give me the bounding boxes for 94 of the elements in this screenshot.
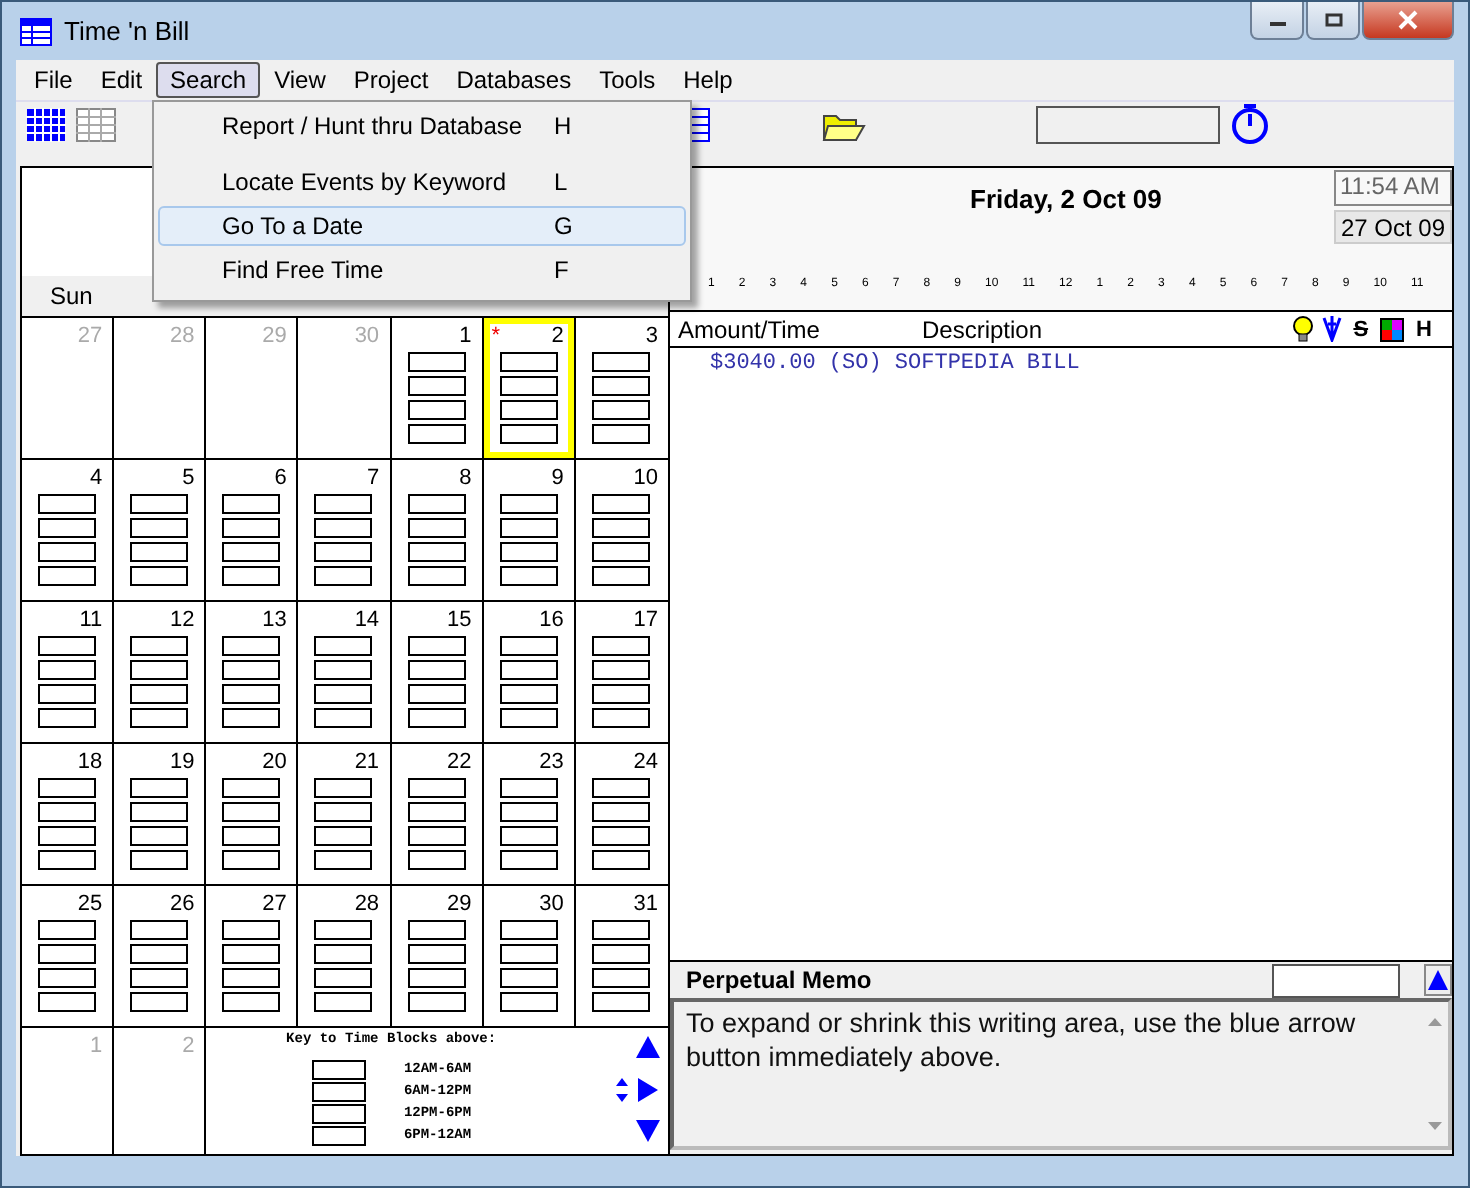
day-cell[interactable]: 31 — [575, 886, 668, 1028]
day-number: 29 — [446, 890, 474, 916]
day-cell[interactable]: 5 — [114, 460, 207, 602]
day-number: 12 — [170, 606, 197, 632]
day-cell[interactable]: 15 — [391, 602, 484, 744]
day-number: 5 — [182, 464, 197, 490]
weekday-label: Sun — [48, 280, 95, 314]
day-number: 30 — [539, 890, 566, 916]
day-number: 1 — [459, 322, 474, 348]
day-cell[interactable]: 22 — [391, 744, 484, 886]
day-number: 2 — [551, 322, 566, 348]
day-number: 24 — [633, 748, 660, 774]
menu-item[interactable]: File — [20, 62, 87, 98]
memo-text: To expand or shrink this writing area, use the blue arrow button immediately above. — [684, 1006, 1358, 1076]
menu-item[interactable]: Locate Events by Keyword L — [158, 162, 686, 202]
day-number: 6 — [274, 464, 289, 490]
day-cell[interactable]: 30 — [483, 886, 576, 1028]
day-number: 27 — [77, 322, 105, 348]
day-cell[interactable]: 21 — [298, 744, 392, 886]
day-cell[interactable]: 12 — [114, 602, 207, 744]
menu-item[interactable]: Tools — [585, 62, 670, 98]
day-cell[interactable]: 19 — [114, 744, 207, 886]
day-cell[interactable]: 28 — [298, 886, 392, 1028]
day-number: 29 — [262, 322, 289, 348]
day-number: 1 — [90, 1032, 105, 1058]
menu-item[interactable]: Databases — [442, 62, 586, 98]
day-number: 7 — [366, 464, 382, 490]
day-cell[interactable]: 16 — [483, 602, 576, 744]
day-number: 3 — [645, 322, 660, 348]
event-marker: * — [491, 324, 500, 348]
day-cell[interactable]: 29 — [391, 886, 484, 1028]
day-cell[interactable]: 24 — [575, 744, 668, 886]
day-number: 21 — [354, 748, 382, 774]
day-number: 26 — [170, 890, 197, 916]
day-number: 13 — [262, 606, 289, 632]
day-cell[interactable]: 10 — [575, 460, 668, 602]
day-number: 2 — [182, 1032, 197, 1058]
day-number: 20 — [262, 748, 289, 774]
day-number: 19 — [170, 748, 197, 774]
day-cell[interactable]: * 2 — [483, 318, 576, 460]
day-cell[interactable]: 13 — [206, 602, 299, 744]
column-header: Amount/Time — [678, 315, 822, 343]
day-number: 22 — [446, 748, 474, 774]
day-cell[interactable]: 14 — [298, 602, 392, 744]
day-cell[interactable]: 26 — [114, 886, 207, 1028]
menu-item[interactable]: Edit — [86, 62, 157, 98]
day-cell[interactable]: 18 — [22, 744, 115, 886]
menu-item[interactable]: View — [260, 62, 340, 98]
day-cell[interactable]: 3 — [575, 318, 668, 460]
day-cell[interactable]: 23 — [483, 744, 576, 886]
menu-item[interactable]: Search — [156, 62, 261, 98]
day-number: 28 — [170, 322, 197, 348]
column-header: H — [1416, 317, 1432, 341]
day-title: Friday, 2 Oct 09 — [970, 184, 1162, 214]
day-cell[interactable]: 8 — [391, 460, 484, 602]
day-number: 10 — [633, 464, 660, 490]
day-number: 17 — [633, 606, 660, 632]
day-cell[interactable]: 4 — [22, 460, 115, 602]
day-cell[interactable]: 9 — [483, 460, 576, 602]
day-number: 14 — [354, 606, 382, 632]
window-title: Time 'n Bill — [64, 16, 190, 46]
time-field[interactable]: 11:54 AM — [1334, 170, 1452, 206]
day-cell[interactable]: 27 — [206, 886, 299, 1028]
day-cell[interactable]: 25 — [22, 886, 115, 1028]
menu-item[interactable]: Go To a Date G — [158, 206, 686, 246]
day-number: 4 — [90, 464, 105, 490]
event-entry[interactable]: $3040.00 (SO) SOFTPEDIA BILL — [710, 352, 1452, 376]
day-number: 31 — [633, 890, 660, 916]
menu-item[interactable]: Help — [669, 62, 747, 98]
day-number: 27 — [262, 890, 289, 916]
memo-title: Perpetual Memo — [686, 966, 874, 994]
day-number: 25 — [77, 890, 105, 916]
day-cell[interactable]: 1 — [391, 318, 484, 460]
memo-text-area[interactable]: To expand or shrink this writing area, use the blue arrow button immediately above. — [670, 998, 1452, 1150]
day-number: 28 — [354, 890, 382, 916]
day-cell[interactable]: 20 — [206, 744, 299, 886]
day-cell[interactable]: 11 — [22, 602, 115, 744]
day-number: 11 — [79, 606, 105, 632]
day-number: 23 — [539, 748, 566, 774]
day-number: 18 — [77, 748, 105, 774]
menu-item[interactable]: Project — [339, 62, 443, 98]
day-number: 9 — [551, 464, 566, 490]
menu-item[interactable]: Find Free Time F — [158, 250, 686, 290]
column-header: Description — [922, 315, 1045, 343]
day-number: 8 — [459, 464, 474, 490]
today-button[interactable]: 27 Oct 09 — [1334, 210, 1452, 244]
day-cell[interactable]: 17 — [575, 602, 668, 744]
column-header: S — [1353, 317, 1369, 341]
day-number: 16 — [539, 606, 566, 632]
day-cell[interactable]: 7 — [298, 460, 392, 602]
day-number: 15 — [446, 606, 474, 632]
day-cell[interactable]: 6 — [206, 460, 299, 602]
menu-item[interactable]: Report / Hunt thru Database H — [158, 106, 686, 146]
day-number: 30 — [354, 322, 382, 348]
